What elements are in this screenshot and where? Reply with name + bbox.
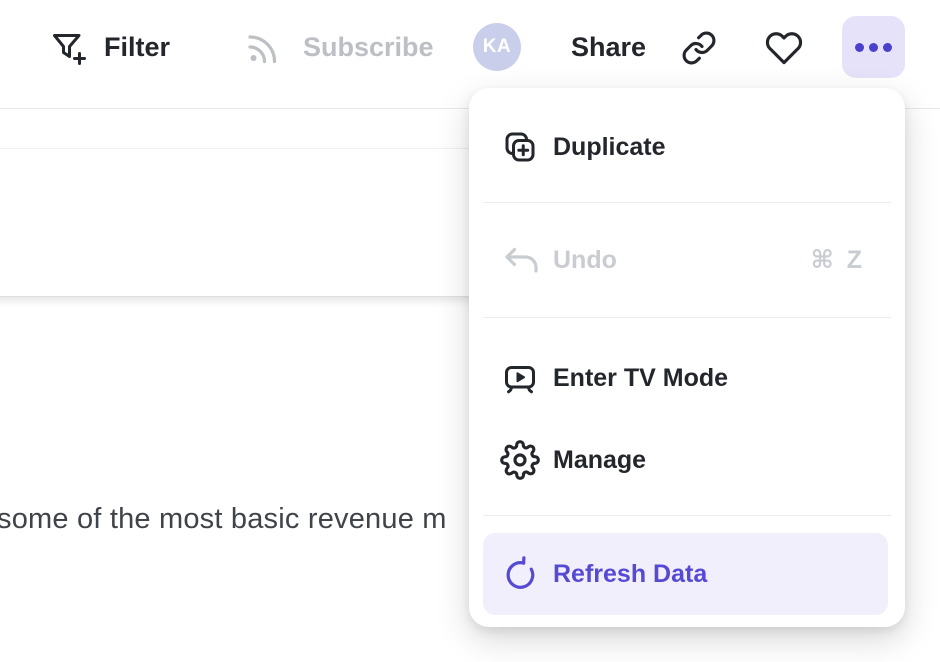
undo-shortcut: ⌘ Z xyxy=(811,245,865,275)
menu-item-duplicate[interactable]: Duplicate xyxy=(469,102,905,192)
share-button[interactable]: Share xyxy=(571,24,646,70)
ellipsis-dot xyxy=(869,43,878,52)
menu-item-manage[interactable]: Manage xyxy=(469,418,905,502)
filter-plus-icon xyxy=(48,27,88,67)
menu-item-label: Undo xyxy=(553,246,617,275)
heart-icon xyxy=(764,28,804,68)
ellipsis-dot xyxy=(883,43,892,52)
avatar[interactable]: KA xyxy=(473,23,521,71)
ellipsis-dot xyxy=(855,43,864,52)
dashboard-text-fragment: some of the most basic revenue m xyxy=(0,503,447,536)
gear-icon xyxy=(500,440,540,480)
menu-item-label: Enter TV Mode xyxy=(553,364,728,393)
menu-item-label: Manage xyxy=(553,446,646,475)
link-button[interactable] xyxy=(679,26,719,70)
filter-button[interactable]: Filter xyxy=(48,24,170,70)
share-button-label: Share xyxy=(571,32,646,63)
dashboard-toolbar: Filter Subscribe KA Share xyxy=(0,0,940,96)
menu-item-refresh-data[interactable]: Refresh Data xyxy=(483,533,888,615)
rss-subscribe-icon xyxy=(243,27,283,67)
refresh-icon xyxy=(500,554,540,594)
undo-icon xyxy=(500,240,540,280)
filter-button-label: Filter xyxy=(104,32,170,63)
more-options-button[interactable] xyxy=(842,16,905,78)
subscribe-button-label: Subscribe xyxy=(303,32,434,63)
menu-divider xyxy=(483,515,891,516)
favorite-heart-button[interactable] xyxy=(764,26,804,70)
link-icon xyxy=(679,28,719,68)
avatar-initials: KA xyxy=(483,36,511,58)
subscribe-button[interactable]: Subscribe xyxy=(243,24,434,70)
menu-item-undo[interactable]: Undo ⌘ Z xyxy=(469,213,905,307)
tv-icon xyxy=(500,358,540,398)
menu-divider xyxy=(483,317,891,318)
menu-item-label: Refresh Data xyxy=(553,560,707,589)
duplicate-icon xyxy=(500,127,540,167)
more-options-menu: Duplicate Undo ⌘ Z Enter TV Mode xyxy=(469,88,905,627)
menu-item-label: Duplicate xyxy=(553,133,666,162)
menu-item-enter-tv-mode[interactable]: Enter TV Mode xyxy=(469,334,905,422)
menu-divider xyxy=(483,202,891,203)
